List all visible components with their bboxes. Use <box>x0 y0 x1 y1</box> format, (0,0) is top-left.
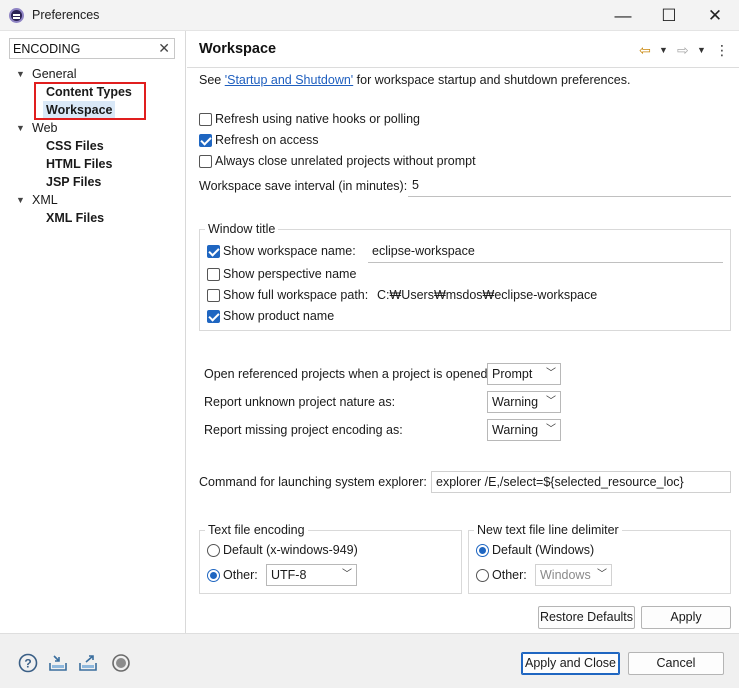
expand-chevron-icon[interactable]: ▼ <box>16 191 28 209</box>
tree-item-label: XML Files <box>46 211 105 225</box>
select-value: Warning <box>492 395 539 409</box>
startup-shutdown-link[interactable]: 'Startup and Shutdown' <box>225 73 353 87</box>
save-interval-input[interactable]: 5 <box>408 175 731 197</box>
close-unrelated-projects-checkbox[interactable] <box>199 155 212 168</box>
title-bar: Preferences — ☐ ✕ <box>0 0 739 31</box>
show-perspective-name-checkbox[interactable] <box>207 268 220 281</box>
text-encoding-group-title: Text file encoding <box>205 522 308 538</box>
maximize-button[interactable]: ☐ <box>646 0 692 31</box>
workspace-name-input[interactable]: eclipse-workspace <box>368 241 723 263</box>
select-value: Prompt <box>492 367 533 381</box>
forward-arrow-icon[interactable]: ⇨ <box>677 41 689 59</box>
tree-item-label: General <box>32 67 77 81</box>
option-label: Always close unrelated projects without … <box>215 154 476 168</box>
option-label: Show perspective name <box>223 267 357 281</box>
filter-input[interactable] <box>13 41 153 57</box>
tree-item-label: JSP Files <box>46 175 102 189</box>
chevron-down-icon: ﹀ <box>546 424 556 435</box>
option-label: Refresh on access <box>215 133 319 147</box>
eclipse-icon <box>9 8 24 23</box>
delimiter-other-radio[interactable] <box>476 569 489 582</box>
show-workspace-name-checkbox[interactable] <box>207 245 220 258</box>
apply-and-close-button[interactable]: Apply and Close <box>521 652 620 675</box>
open-referenced-projects-select[interactable]: Prompt ﹀ <box>487 363 561 385</box>
show-full-path-checkbox[interactable] <box>207 289 220 302</box>
delimiter-default-radio[interactable] <box>476 544 489 557</box>
option-label: Show workspace name: <box>223 244 356 258</box>
unknown-nature-select[interactable]: Warning ﹀ <box>487 391 561 413</box>
chevron-down-icon: ﹀ <box>546 368 556 379</box>
back-arrow-icon[interactable]: ⇦ <box>639 41 651 59</box>
option-label: Default (x-windows-949) <box>223 543 358 557</box>
window-title-group-title: Window title <box>205 221 279 237</box>
line-delimiter-group-title: New text file line delimiter <box>474 522 622 538</box>
hint-suffix: for workspace startup and shutdown prefe… <box>353 73 631 87</box>
option-label: Refresh using native hooks or polling <box>215 112 420 126</box>
expand-chevron-icon[interactable]: ▼ <box>16 65 28 83</box>
expand-chevron-icon[interactable]: ▼ <box>16 119 28 137</box>
open-referenced-projects-label: Open referenced projects when a project … <box>204 367 491 381</box>
option-label: Show product name <box>223 309 335 323</box>
explorer-command-input[interactable]: explorer /E,/select=${selected_resource_… <box>431 471 731 493</box>
minimize-button[interactable]: — <box>600 0 646 31</box>
help-icon[interactable]: ? <box>18 653 38 673</box>
unknown-nature-label: Report unknown project nature as: <box>204 395 396 409</box>
dialog-button-bar: ? Apply and Close Cancel <box>0 633 739 688</box>
filter-box[interactable]: ✕ <box>9 38 175 59</box>
back-dropdown-icon[interactable]: ▼ <box>659 41 668 59</box>
oomph-record-icon[interactable] <box>111 653 131 673</box>
page-title: Workspace <box>199 41 277 57</box>
tree-item-label: Web <box>32 121 58 135</box>
page-navigation: ⇦ ▼ ⇨ ▼ ⋮ <box>639 41 729 59</box>
apply-button[interactable]: Apply <box>641 606 731 629</box>
tree-item-label: XML <box>32 193 58 207</box>
cancel-button[interactable]: Cancel <box>628 652 724 675</box>
annotation-highlight-box <box>34 82 146 120</box>
view-menu-icon[interactable]: ⋮ <box>715 41 729 59</box>
explorer-command-label: Command for launching system explorer: <box>199 475 427 489</box>
tree-item-label: CSS Files <box>46 139 104 153</box>
refresh-on-access-checkbox[interactable] <box>199 134 212 147</box>
option-label: Other: <box>223 568 258 582</box>
forward-dropdown-icon[interactable]: ▼ <box>697 41 706 59</box>
clear-filter-icon[interactable]: ✕ <box>158 40 170 57</box>
encoding-other-radio[interactable] <box>207 569 220 582</box>
svg-text:?: ? <box>24 657 31 671</box>
encoding-select[interactable]: UTF-8 ﹀ <box>266 564 357 586</box>
tree-item-label: HTML Files <box>46 157 113 171</box>
missing-encoding-label: Report missing project encoding as: <box>204 423 403 437</box>
close-button[interactable]: ✕ <box>692 0 738 31</box>
chevron-down-icon: ﹀ <box>342 569 352 580</box>
preferences-tree-pane: ✕ ▼ General Content Types Workspace ▼ We… <box>0 31 186 633</box>
show-product-name-checkbox[interactable] <box>207 310 220 323</box>
select-value: UTF-8 <box>271 568 307 582</box>
missing-encoding-select[interactable]: Warning ﹀ <box>487 419 561 441</box>
chevron-down-icon: ﹀ <box>597 569 607 580</box>
refresh-native-hooks-checkbox[interactable] <box>199 113 212 126</box>
encoding-default-radio[interactable] <box>207 544 220 557</box>
delimiter-select: Windows ﹀ <box>535 564 612 586</box>
header-divider <box>187 67 739 68</box>
option-label: Show full workspace path: <box>223 288 369 302</box>
hint-prefix: See <box>199 73 225 87</box>
export-icon[interactable] <box>78 653 98 673</box>
window-title: Preferences <box>32 8 100 22</box>
option-label: Default (Windows) <box>492 543 595 557</box>
import-icon[interactable] <box>48 653 68 673</box>
select-value: Warning <box>492 423 539 437</box>
full-workspace-path-value: C:₩Users₩msdos₩eclipse-workspace <box>377 288 598 302</box>
startup-shutdown-hint: See 'Startup and Shutdown' for workspace… <box>199 72 630 88</box>
option-label: Other: <box>492 568 527 582</box>
select-value: Windows <box>540 568 591 582</box>
workspace-preference-page: Workspace ⇦ ▼ ⇨ ▼ ⋮ See 'Startup and Shu… <box>187 31 739 633</box>
chevron-down-icon: ﹀ <box>546 396 556 407</box>
save-interval-label: Workspace save interval (in minutes): <box>199 179 408 193</box>
restore-defaults-button[interactable]: Restore Defaults <box>538 606 635 629</box>
